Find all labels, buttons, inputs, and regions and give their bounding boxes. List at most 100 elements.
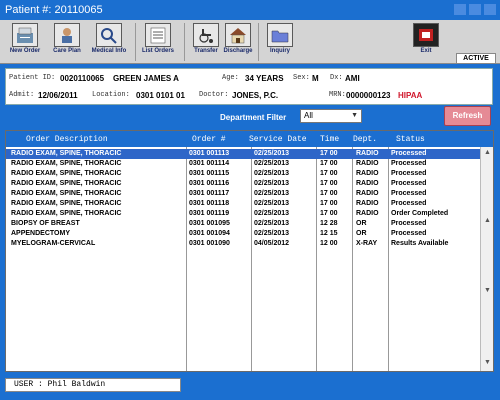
cell-order-number: 0301 001116 [189, 180, 230, 187]
maximize-button[interactable] [469, 4, 481, 15]
cell-order-description: BIOPSY OF BREAST [11, 220, 80, 227]
table-row[interactable]: RADIO EXAM, SPINE, THORACIC 0301 001118 02… [6, 199, 480, 209]
hipaa-badge: HIPAA [398, 91, 423, 100]
table-row[interactable]: RADIO EXAM, SPINE, THORACIC 0301 001114 02… [6, 159, 480, 169]
patient-doctor: JONES, P.C. [232, 91, 279, 100]
cell-status: Processed [391, 170, 427, 177]
cell-time: 17 00 [320, 190, 338, 197]
cell-time: 12 28 [320, 220, 338, 227]
doctor-label: Doctor: [199, 91, 229, 99]
dx-label: Dx: [330, 74, 343, 82]
table-row[interactable]: RADIO EXAM, SPINE, THORACIC 0301 001113 02… [6, 149, 480, 159]
cell-status: Processed [391, 230, 427, 237]
col-dept[interactable]: Dept. [353, 135, 377, 144]
medical-info-button[interactable]: Medical Info [89, 22, 129, 62]
cell-order-number: 0301 001119 [189, 210, 230, 217]
cell-status: Processed [391, 200, 427, 207]
orders-table: Order Description Order # Service Date T… [5, 130, 494, 372]
col-order-description[interactable]: Order Description [26, 135, 108, 144]
col-time[interactable]: Time [320, 135, 339, 144]
admit-label: Admit: [9, 91, 35, 99]
cell-order-number: 0301 001113 [189, 150, 230, 157]
toolbar: New Order Care Plan Medical Info List Or… [0, 20, 500, 64]
cell-dept: OR [356, 220, 367, 227]
table-row[interactable]: RADIO EXAM, SPINE, THORACIC 0301 001119 02… [6, 209, 480, 219]
new-order-button[interactable]: New Order [5, 22, 45, 62]
patient-dx: AMI [345, 74, 360, 83]
inquiry-button[interactable]: Inquiry [260, 22, 300, 62]
location-label: Location: [92, 91, 130, 99]
cell-status: Processed [391, 160, 427, 167]
scroll-up-icon[interactable]: ▲ [484, 149, 491, 156]
refresh-button[interactable]: Refresh [444, 106, 491, 126]
cell-status: Order Completed [391, 210, 449, 217]
cell-dept: RADIO [356, 160, 379, 167]
department-filter-select[interactable]: All ▼ [300, 109, 362, 123]
new-order-icon [12, 23, 38, 47]
cell-status: Processed [391, 190, 427, 197]
cell-order-description: RADIO EXAM, SPINE, THORACIC [11, 170, 122, 177]
cell-service-date: 02/25/2013 [254, 160, 290, 167]
window-title-text: Patient #: 20110065 [5, 4, 103, 16]
table-row[interactable]: RADIO EXAM, SPINE, THORACIC 0301 001116 02… [6, 179, 480, 189]
col-service-date[interactable]: Service Date [249, 135, 307, 144]
window-title: Patient #: 20110065 [0, 0, 500, 20]
sex-label: Sex: [293, 74, 310, 82]
patient-info-panel: Patient ID: 0020110065 GREEN JAMES A Age… [5, 68, 493, 105]
exit-button[interactable]: Exit [406, 22, 446, 62]
cell-dept: RADIO [356, 190, 379, 197]
table-body: RADIO EXAM, SPINE, THORACIC 0301 001113 02… [6, 149, 480, 249]
cell-time: 12 00 [320, 240, 338, 247]
cell-dept: RADIO [356, 150, 379, 157]
table-row[interactable]: BIOPSY OF BREAST 0301 001095 02/25/2013 12 … [6, 219, 480, 229]
cell-time: 17 00 [320, 170, 338, 177]
close-button[interactable] [484, 4, 496, 15]
window-controls [454, 4, 496, 15]
scroll-up-icon[interactable]: ▲ [484, 217, 491, 224]
table-row[interactable]: RADIO EXAM, SPINE, THORACIC 0301 001117 02… [6, 189, 480, 199]
cell-order-description: MYELOGRAM-CERVICAL [11, 240, 96, 247]
list-orders-button[interactable]: List Orders [138, 22, 178, 62]
cell-order-description: RADIO EXAM, SPINE, THORACIC [11, 160, 122, 167]
scroll-down-icon[interactable]: ▼ [484, 287, 491, 294]
wheelchair-icon [193, 23, 219, 47]
vertical-scrollbar[interactable]: ▲ ▲ ▼ ▼ [480, 147, 493, 371]
cell-order-number: 0301 001115 [189, 170, 230, 177]
care-plan-icon [54, 23, 80, 47]
cell-time: 17 00 [320, 160, 338, 167]
col-order-number[interactable]: Order # [192, 135, 226, 144]
cell-time: 17 00 [320, 150, 338, 157]
patient-name: GREEN JAMES A [113, 74, 179, 83]
cell-order-number: 0301 001117 [189, 190, 230, 197]
cell-order-description: APPENDECTOMY [11, 230, 70, 237]
medical-info-icon [96, 23, 122, 47]
table-row[interactable]: MYELOGRAM-CERVICAL 0301 001090 04/05/2012 1… [6, 239, 480, 249]
scroll-down-icon[interactable]: ▼ [484, 359, 491, 366]
department-filter-value: All [304, 111, 313, 120]
cell-order-description: RADIO EXAM, SPINE, THORACIC [11, 200, 122, 207]
table-row[interactable]: APPENDECTOMY 0301 001094 02/25/2013 12 15 OR… [6, 229, 480, 239]
cell-order-number: 0301 001118 [189, 200, 230, 207]
cell-dept: RADIO [356, 170, 379, 177]
cell-time: 17 00 [320, 180, 338, 187]
cell-service-date: 02/25/2013 [254, 170, 290, 177]
cell-dept: OR [356, 230, 367, 237]
col-status[interactable]: Status [396, 135, 425, 144]
table-row[interactable]: RADIO EXAM, SPINE, THORACIC 0301 001115 02… [6, 169, 480, 179]
cell-service-date: 02/25/2013 [254, 200, 290, 207]
cell-order-description: RADIO EXAM, SPINE, THORACIC [11, 190, 122, 197]
discharge-button[interactable]: Discharge [218, 22, 258, 62]
cell-time: 12 15 [320, 230, 338, 237]
patient-location: 0301 0101 01 [136, 91, 185, 100]
exit-icon [413, 23, 439, 47]
mrn-label: MRN: [329, 91, 346, 99]
cell-order-number: 0301 001090 [189, 240, 230, 247]
patient-id: 0020110065 [60, 74, 105, 83]
care-plan-button[interactable]: Care Plan [47, 22, 87, 62]
cell-service-date: 02/25/2013 [254, 210, 290, 217]
table-header: Order Description Order # Service Date T… [6, 131, 493, 147]
patient-sex: M [312, 74, 319, 83]
patient-age: 34 YEARS [245, 74, 284, 83]
minimize-button[interactable] [454, 4, 466, 15]
cell-service-date: 02/25/2013 [254, 180, 290, 187]
